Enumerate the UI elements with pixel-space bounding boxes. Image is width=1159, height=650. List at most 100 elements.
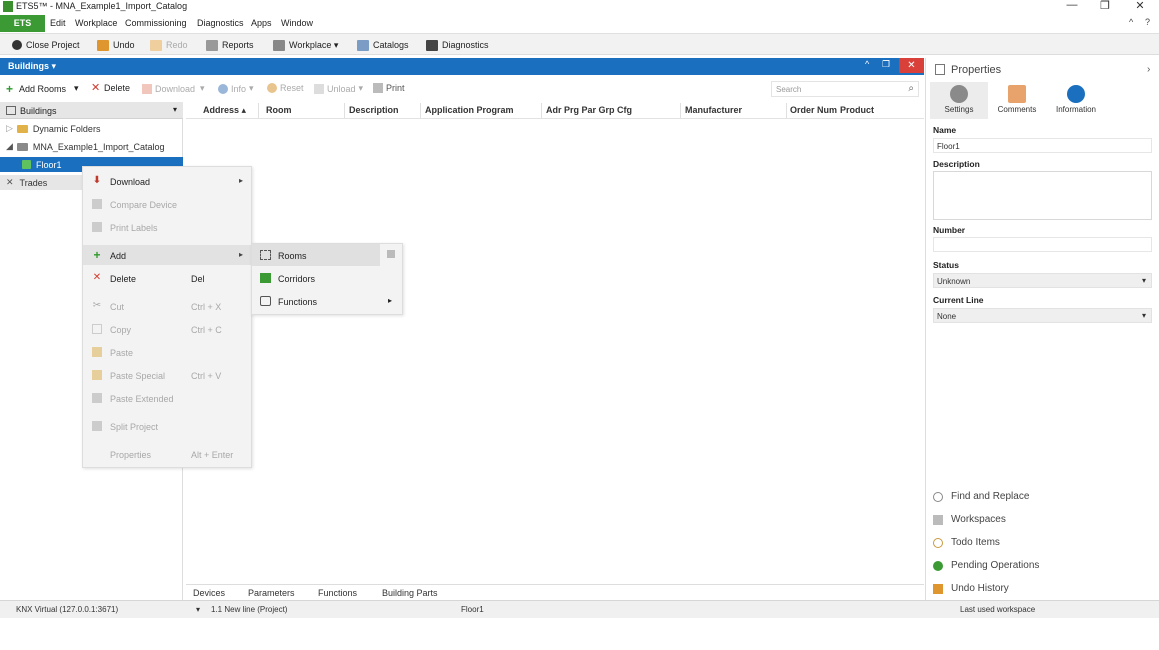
pending-operations-link[interactable]: Pending Operations: [933, 560, 1039, 571]
menu-edit[interactable]: Edit: [50, 18, 66, 28]
add-rooms-button[interactable]: + Add Rooms ▾: [6, 81, 79, 96]
menu-item-properties[interactable]: Properties Alt + Enter: [83, 444, 251, 464]
buildings-panel-header: Buildings ▾ ^ ❐ ✕: [0, 58, 924, 75]
menu-commissioning[interactable]: Commissioning: [125, 18, 187, 28]
menu-item-delete[interactable]: ✕ Delete Del: [83, 268, 251, 288]
name-field[interactable]: Floor1: [933, 138, 1152, 153]
workspaces-link[interactable]: Workspaces: [933, 514, 1006, 525]
print-button[interactable]: Print: [373, 83, 405, 93]
tree-header[interactable]: Buildings ▾: [0, 102, 183, 119]
minimize-button[interactable]: —: [1062, 0, 1082, 11]
window-title: ETS5™ - MNA_Example1_Import_Catalog: [16, 1, 188, 11]
col-description[interactable]: Description: [349, 105, 399, 115]
reports-button[interactable]: Reports: [206, 38, 254, 52]
diagnostics-label: Diagnostics: [442, 40, 489, 50]
menu-item-split-project[interactable]: Split Project: [83, 416, 251, 436]
properties-title: Properties: [951, 64, 1002, 76]
connection-status[interactable]: KNX Virtual (127.0.0.1:3671): [16, 605, 118, 614]
tab-parameters[interactable]: Parameters: [248, 588, 295, 598]
todo-items-link[interactable]: Todo Items: [933, 537, 1000, 548]
menu-item-compare-device[interactable]: Compare Device: [83, 194, 251, 214]
tree-node-trades[interactable]: ✕ Trades: [0, 175, 82, 190]
reset-button[interactable]: Reset: [267, 83, 304, 93]
trades-label: Trades: [19, 177, 48, 188]
tree-header-dropdown-icon[interactable]: ▾: [173, 105, 177, 114]
download-icon: [142, 83, 152, 94]
plus-icon: +: [6, 81, 14, 96]
tree-node-dynamic-folders[interactable]: ▷ Dynamic Folders: [6, 121, 100, 136]
info-button[interactable]: Info ▾: [218, 83, 254, 94]
status-select[interactable]: Unknown ▾: [933, 273, 1152, 288]
menu-workplace[interactable]: Workplace: [75, 18, 117, 28]
properties-icon: [935, 64, 945, 75]
restore-button[interactable]: ❐: [1095, 0, 1115, 12]
panel-restore-icon[interactable]: ❐: [882, 59, 890, 70]
menu-item-download[interactable]: ⬇ Download ▸: [83, 171, 251, 191]
help-icon[interactable]: ?: [1145, 17, 1150, 27]
panel-close-button[interactable]: ✕: [899, 58, 924, 73]
number-label: Number: [933, 225, 966, 235]
col-order-number[interactable]: Order Num: [790, 105, 837, 115]
tab-functions[interactable]: Functions: [318, 588, 357, 598]
menu-item-paste[interactable]: Paste: [83, 342, 251, 362]
col-application-program[interactable]: Application Program: [425, 105, 514, 115]
status-bar: KNX Virtual (127.0.0.1:3671) ▾ 1.1 New l…: [0, 600, 1159, 618]
line-dropdown-icon[interactable]: ▾: [196, 605, 200, 614]
search-icon[interactable]: ⌕: [908, 83, 914, 94]
delete-label: Delete: [104, 83, 131, 93]
tab-information[interactable]: Information: [1047, 82, 1105, 119]
delete-button[interactable]: ✕ Delete: [91, 83, 131, 94]
tab-settings[interactable]: Settings: [930, 82, 988, 119]
menu-item-cut[interactable]: ✂ Cut Ctrl + X: [83, 296, 251, 316]
comments-tab-label: Comments: [997, 105, 1037, 114]
tab-devices[interactable]: Devices: [193, 588, 225, 598]
undo-button[interactable]: Undo: [97, 38, 135, 52]
ets-tab[interactable]: ETS: [0, 15, 45, 32]
tree-node-project[interactable]: ◢ MNA_Example1_Import_Catalog: [6, 139, 165, 154]
menu-item-paste-extended[interactable]: Paste Extended: [83, 388, 251, 408]
panel-collapse-icon[interactable]: ^: [865, 59, 869, 69]
add-rooms-dropdown-icon[interactable]: ▾: [74, 83, 79, 94]
status-label: Status: [933, 260, 959, 270]
col-room[interactable]: Room: [266, 105, 292, 115]
menu-item-copy[interactable]: Copy Ctrl + C: [83, 319, 251, 339]
download-button[interactable]: Download ▾: [142, 83, 205, 94]
properties-panel: Properties › Settings Comments Informati…: [925, 58, 1159, 600]
buildings-icon: [6, 106, 16, 115]
panel-expand-icon[interactable]: ›: [1147, 64, 1150, 75]
buildings-panel-title[interactable]: Buildings ▾: [8, 61, 56, 72]
menu-item-add[interactable]: + Add ▸: [83, 245, 251, 265]
redo-button[interactable]: Redo: [150, 38, 188, 52]
col-adr-prg-par-grp-cfg[interactable]: Adr Prg Par Grp Cfg: [546, 105, 632, 115]
submenu-item-corridors[interactable]: Corridors: [252, 267, 402, 289]
menu-item-paste-special[interactable]: Paste Special Ctrl + V: [83, 365, 251, 385]
submenu-item-rooms[interactable]: Rooms: [252, 244, 380, 266]
search-input[interactable]: Search ⌕: [771, 81, 919, 97]
catalogs-button[interactable]: Catalogs: [357, 38, 409, 52]
col-manufacturer[interactable]: Manufacturer: [685, 105, 742, 115]
redo-label: Redo: [166, 40, 188, 50]
undo-history-link[interactable]: Undo History: [933, 583, 1009, 594]
number-field[interactable]: [933, 237, 1152, 252]
workplace-button[interactable]: Workplace ▾: [273, 38, 338, 52]
close-project-button[interactable]: Close Project: [12, 38, 80, 52]
col-address[interactable]: Address ▴: [203, 105, 246, 116]
menu-window[interactable]: Window: [281, 18, 313, 28]
tab-comments[interactable]: Comments: [988, 82, 1046, 119]
diagnostics-button[interactable]: Diagnostics: [426, 38, 489, 52]
menu-apps[interactable]: Apps: [251, 18, 272, 28]
chevron-down-icon: ▾: [1141, 276, 1146, 285]
tab-building-parts[interactable]: Building Parts: [382, 588, 438, 598]
description-field[interactable]: [933, 171, 1152, 220]
current-line-select[interactable]: None ▾: [933, 308, 1152, 323]
close-window-button[interactable]: ✕: [1130, 0, 1150, 12]
collapse-icon: ◢: [6, 141, 13, 151]
menu-diagnostics[interactable]: Diagnostics: [197, 18, 244, 28]
find-and-replace-link[interactable]: Find and Replace: [933, 491, 1029, 502]
devices-grid-header: Address ▴ Room Description Application P…: [186, 102, 924, 119]
collapse-ribbon-icon[interactable]: ^: [1129, 17, 1133, 27]
col-product[interactable]: Product: [840, 105, 874, 115]
unload-button[interactable]: Unload ▾: [314, 83, 363, 94]
menu-item-print-labels[interactable]: Print Labels: [83, 217, 251, 237]
submenu-item-functions[interactable]: Functions ▸: [252, 290, 402, 312]
